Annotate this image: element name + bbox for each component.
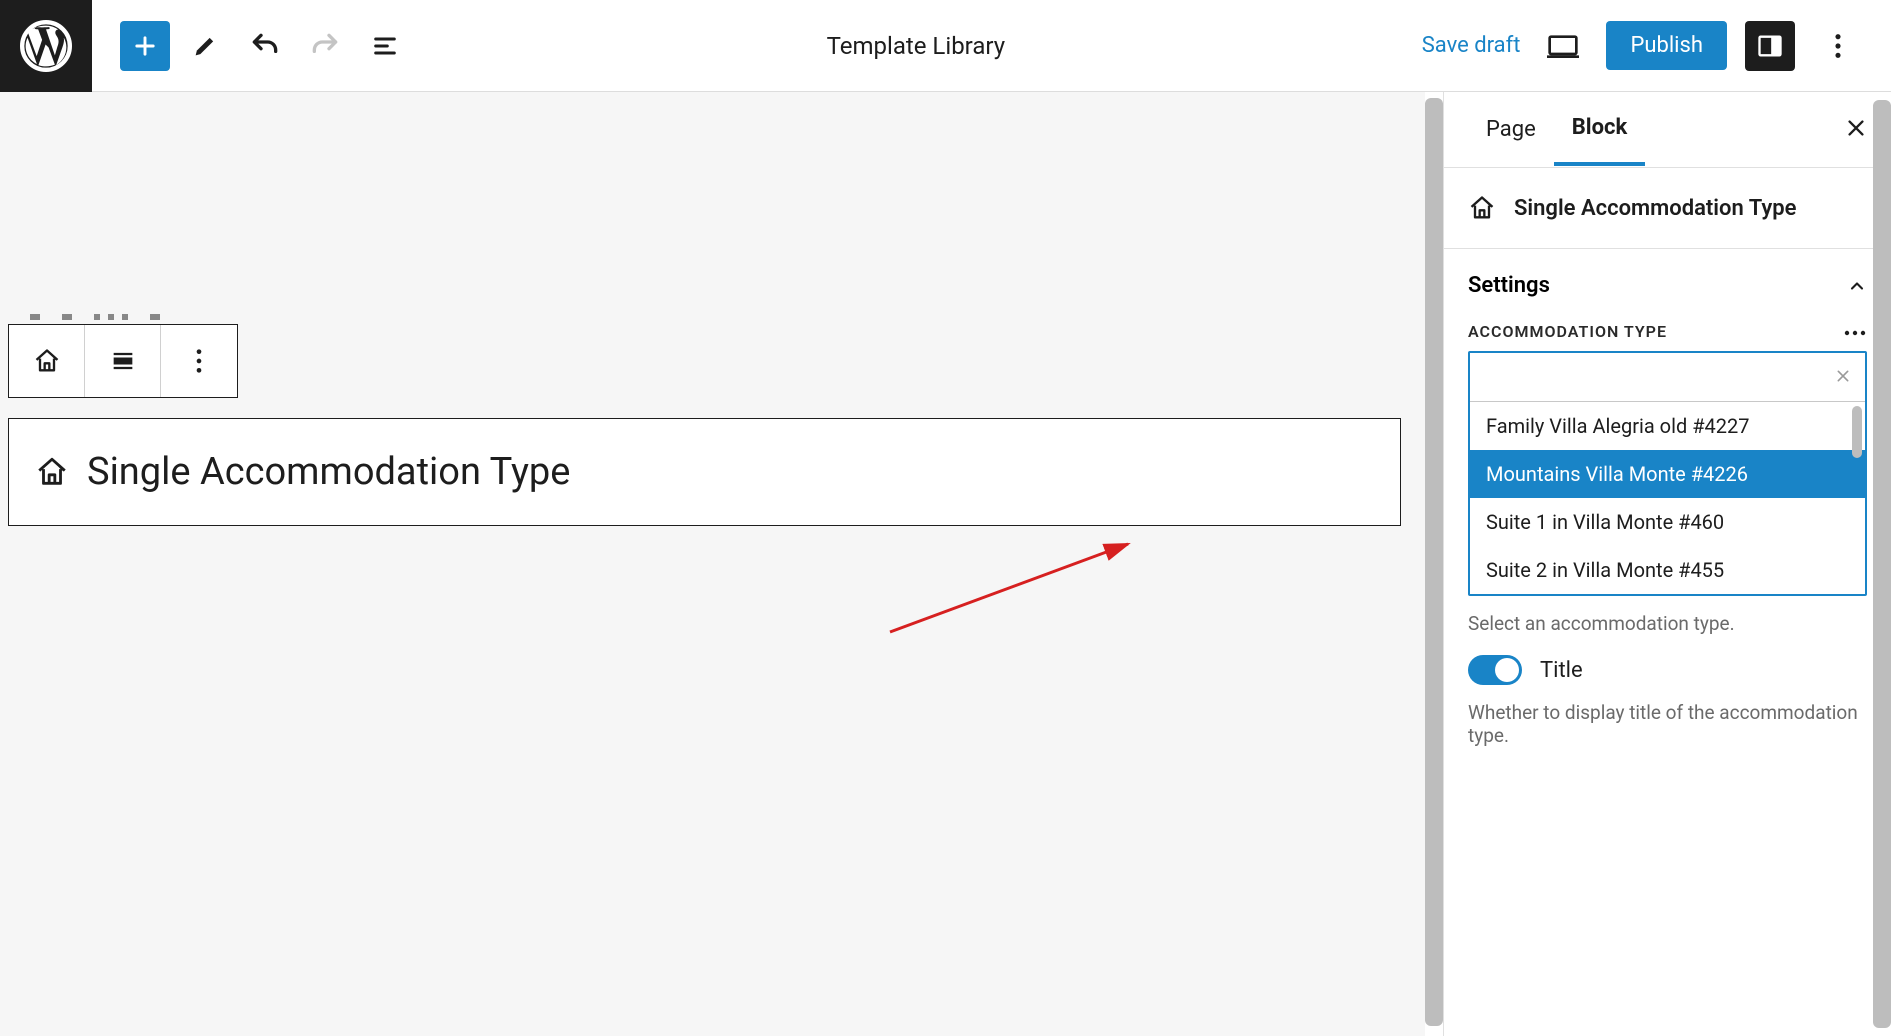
redo-button[interactable] bbox=[300, 21, 350, 71]
sidebar-block-title: Single Accommodation Type bbox=[1514, 196, 1797, 221]
title-toggle[interactable] bbox=[1468, 655, 1522, 685]
block-title: Single Accommodation Type bbox=[87, 450, 570, 494]
undo-icon bbox=[249, 30, 281, 62]
title-toggle-label: Title bbox=[1540, 658, 1583, 683]
chevron-up-icon bbox=[1847, 276, 1867, 296]
settings-section-header[interactable]: Settings bbox=[1468, 269, 1867, 308]
toolbar-left-group bbox=[92, 21, 410, 71]
annotation-arrow bbox=[880, 532, 1140, 642]
document-outline-button[interactable] bbox=[360, 21, 410, 71]
toolbar-right-group: Save draft Publish bbox=[1422, 21, 1891, 71]
selected-block[interactable]: Single Accommodation Type bbox=[8, 418, 1401, 526]
plus-icon bbox=[131, 32, 159, 60]
publish-button[interactable]: Publish bbox=[1606, 21, 1727, 70]
block-align-button[interactable] bbox=[85, 325, 161, 397]
sidebar-outer-scrollbar[interactable] bbox=[1873, 92, 1891, 1036]
wordpress-logo-icon bbox=[20, 20, 72, 72]
redo-icon bbox=[309, 30, 341, 62]
home-icon bbox=[33, 347, 61, 375]
block-toolbar bbox=[8, 324, 238, 398]
field-more-button[interactable] bbox=[1843, 322, 1867, 341]
canvas-scrollbar[interactable] bbox=[1425, 92, 1443, 1036]
block-type-button[interactable] bbox=[9, 325, 85, 397]
sidebar-icon bbox=[1756, 32, 1784, 60]
document-title[interactable]: Template Library bbox=[410, 32, 1422, 60]
close-icon bbox=[1845, 117, 1867, 139]
combobox-dropdown-list: Family Villa Alegria old #4227 Mountains… bbox=[1470, 401, 1865, 594]
home-icon bbox=[1468, 194, 1496, 222]
vertical-dots-icon bbox=[195, 347, 203, 375]
settings-section-label: Settings bbox=[1468, 273, 1550, 298]
accommodation-type-help: Select an accommodation type. bbox=[1468, 612, 1867, 635]
accommodation-type-combobox[interactable]: Family Villa Alegria old #4227 Mountains… bbox=[1468, 351, 1867, 596]
settings-section: Settings ACCOMMODATION TYPE Family Villa bbox=[1444, 249, 1891, 767]
block-drag-handles bbox=[30, 314, 160, 320]
editor-canvas[interactable]: Single Accommodation Type bbox=[0, 92, 1425, 1036]
accommodation-type-label: ACCOMMODATION TYPE bbox=[1468, 322, 1667, 341]
combobox-option[interactable]: Suite 2 in Villa Monte #455 bbox=[1470, 546, 1865, 594]
undo-button[interactable] bbox=[240, 21, 290, 71]
save-draft-button[interactable]: Save draft bbox=[1422, 33, 1521, 58]
combobox-option[interactable]: Mountains Villa Monte #4226 bbox=[1470, 450, 1865, 498]
block-more-button[interactable] bbox=[161, 325, 237, 397]
combobox-option[interactable]: Suite 1 in Villa Monte #460 bbox=[1470, 498, 1865, 546]
edit-mode-button[interactable] bbox=[180, 21, 230, 71]
preview-button[interactable] bbox=[1538, 21, 1588, 71]
accommodation-type-label-row: ACCOMMODATION TYPE bbox=[1468, 322, 1867, 341]
sidebar-tabs: Page Block bbox=[1444, 92, 1891, 168]
list-view-icon bbox=[371, 32, 399, 60]
pencil-icon bbox=[191, 32, 219, 60]
title-toggle-help: Whether to display title of the accommod… bbox=[1468, 701, 1867, 747]
combobox-clear-button[interactable] bbox=[1835, 365, 1851, 389]
add-block-button[interactable] bbox=[120, 21, 170, 71]
sidebar-toggle-button[interactable] bbox=[1745, 21, 1795, 71]
combobox-scrollbar[interactable] bbox=[1852, 406, 1862, 458]
sidebar-block-header: Single Accommodation Type bbox=[1444, 168, 1891, 249]
desktop-icon bbox=[1547, 31, 1579, 61]
vertical-dots-icon bbox=[1834, 32, 1842, 60]
combobox-input-row[interactable] bbox=[1470, 353, 1865, 401]
title-toggle-row: Title bbox=[1468, 655, 1867, 685]
sidebar-close-button[interactable] bbox=[1845, 117, 1867, 143]
home-icon bbox=[35, 455, 69, 489]
toggle-knob bbox=[1495, 658, 1519, 682]
top-toolbar: Template Library Save draft Publish bbox=[0, 0, 1891, 92]
tab-block[interactable]: Block bbox=[1554, 93, 1646, 166]
combobox-option[interactable]: Family Villa Alegria old #4227 bbox=[1470, 402, 1865, 450]
settings-sidebar: Page Block Single Accommodation Type Set… bbox=[1443, 92, 1891, 1036]
tab-page[interactable]: Page bbox=[1468, 95, 1554, 164]
horizontal-dots-icon bbox=[1843, 329, 1867, 337]
align-icon bbox=[109, 347, 137, 375]
main-area: Single Accommodation Type Page Block Sin… bbox=[0, 92, 1891, 1036]
more-options-button[interactable] bbox=[1813, 21, 1863, 71]
close-icon bbox=[1835, 368, 1851, 384]
wordpress-logo[interactable] bbox=[0, 0, 92, 92]
